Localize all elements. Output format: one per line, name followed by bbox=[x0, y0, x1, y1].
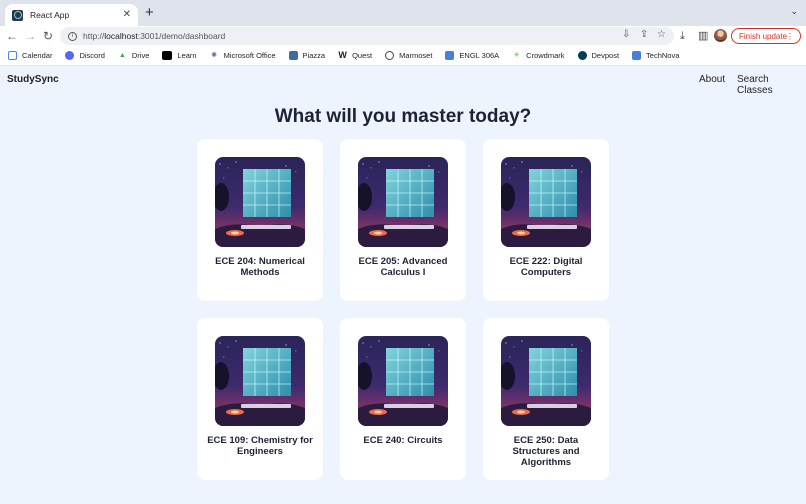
microsoft-office-icon: ✺ bbox=[211, 52, 218, 59]
bookmark-crowdmark[interactable]: ✳ Crowdmark bbox=[512, 51, 565, 60]
document-icon bbox=[445, 51, 455, 60]
calendar-icon bbox=[8, 51, 17, 60]
course-thumbnail bbox=[501, 336, 591, 426]
finish-update-label: Finish update bbox=[739, 31, 788, 41]
tab-title: React App bbox=[30, 10, 70, 20]
course-card[interactable]: ECE 250: Data Structures and Algorithms bbox=[483, 318, 609, 480]
bookmark-label: Marmoset bbox=[399, 51, 433, 60]
course-thumbnail bbox=[215, 157, 305, 247]
course-title: ECE 109: Chemistry for Engineers bbox=[207, 435, 313, 457]
bookmark-label: Microsoft Office bbox=[223, 51, 276, 60]
course-card[interactable]: ECE 204: Numerical Methods bbox=[197, 139, 323, 301]
install-app-icon[interactable]: ⇩ bbox=[622, 29, 630, 40]
share-icon[interactable]: ⇪ bbox=[640, 29, 648, 40]
bookmark-piazza[interactable]: Piazza bbox=[288, 51, 326, 60]
bookmark-discord[interactable]: Discord bbox=[65, 51, 105, 60]
bookmarks-bar: Calendar Discord ▲ Drive Learn ✺ Microsoft… bbox=[0, 46, 806, 66]
bookmark-label: ENGL 306A bbox=[459, 51, 500, 60]
course-title: ECE 204: Numerical Methods bbox=[215, 256, 305, 278]
url-text: http://localhost:3001/demo/dashboard bbox=[83, 31, 226, 41]
course-thumbnail bbox=[358, 157, 448, 247]
bookmark-engl-306a[interactable]: ENGL 306A bbox=[445, 51, 499, 60]
course-card[interactable]: ECE 240: Circuits bbox=[340, 318, 466, 480]
more-options-icon[interactable]: ⋮ bbox=[786, 32, 794, 41]
course-card[interactable]: ECE 205: Advanced Calculus I bbox=[340, 139, 466, 301]
bookmark-drive[interactable]: ▲ Drive bbox=[118, 51, 150, 60]
course-title: ECE 240: Circuits bbox=[363, 435, 443, 446]
app-brand[interactable]: StudySync bbox=[7, 74, 59, 85]
chevron-down-icon[interactable]: ⌄ bbox=[790, 6, 798, 17]
bookmark-label: Drive bbox=[131, 51, 150, 60]
bookmark-devpost[interactable]: Devpost bbox=[577, 51, 620, 60]
download-icon[interactable]: ⤓ bbox=[680, 29, 685, 43]
course-thumbnail bbox=[215, 336, 305, 426]
star-icon[interactable]: ☆ bbox=[657, 29, 666, 40]
bookmark-label: Piazza bbox=[302, 51, 326, 60]
bookmark-label: TechNova bbox=[646, 51, 680, 60]
close-icon[interactable]: ✕ bbox=[123, 10, 131, 20]
bookmark-label: Crowdmark bbox=[526, 51, 565, 60]
bookmark-label: Devpost bbox=[591, 51, 620, 60]
info-icon[interactable]: i bbox=[68, 31, 77, 41]
bookmark-calendar[interactable]: Calendar bbox=[8, 51, 52, 60]
bookmark-technova[interactable]: TechNova bbox=[632, 51, 679, 60]
bookmark-label: Learn bbox=[177, 51, 197, 60]
react-favicon-icon bbox=[12, 9, 23, 21]
new-tab-icon[interactable]: + bbox=[145, 5, 154, 21]
course-card[interactable]: ECE 222: Digital Computers bbox=[483, 139, 609, 301]
page-title: What will you master today? bbox=[274, 106, 532, 127]
nav-about-link[interactable]: About bbox=[699, 74, 725, 85]
course-title: ECE 222: Digital Computers bbox=[509, 256, 583, 278]
course-title: ECE 250: Data Structures and Algorithms bbox=[512, 435, 580, 468]
finish-update-button[interactable]: Finish update ⋮ bbox=[731, 28, 801, 44]
browser-tab[interactable]: React App ✕ bbox=[5, 4, 138, 26]
bookmark-label: Quest bbox=[352, 51, 373, 60]
bookmark-learn[interactable]: Learn bbox=[162, 51, 197, 60]
back-arrow-icon[interactable]: ← bbox=[5, 28, 19, 44]
reload-icon[interactable]: ↻ bbox=[41, 28, 55, 44]
crowdmark-icon: ✳ bbox=[513, 52, 520, 59]
google-drive-icon: ▲ bbox=[118, 52, 126, 59]
learn-icon bbox=[162, 51, 173, 60]
bookmark-quest[interactable]: W Quest bbox=[338, 50, 373, 61]
course-title: ECE 205: Advanced Calculus I bbox=[358, 256, 448, 278]
course-thumbnail bbox=[501, 157, 591, 247]
browser-toolbar: ← → ↻ i http://localhost:3001/demo/dashb… bbox=[0, 26, 806, 46]
side-panel-icon[interactable]: ▥ bbox=[698, 29, 708, 43]
marmoset-icon bbox=[385, 51, 395, 60]
piazza-icon bbox=[288, 51, 298, 60]
forward-arrow-icon[interactable]: → bbox=[23, 28, 37, 44]
address-bar[interactable]: i http://localhost:3001/demo/dashboard ⇩… bbox=[60, 27, 674, 45]
profile-avatar[interactable] bbox=[714, 29, 727, 42]
bookmark-label: Calendar bbox=[22, 51, 53, 60]
discord-icon bbox=[65, 51, 75, 60]
course-thumbnail bbox=[358, 336, 448, 426]
devpost-icon bbox=[577, 51, 587, 60]
document-icon bbox=[632, 51, 642, 60]
tab-strip: React App ✕ + ⌄ bbox=[0, 0, 806, 26]
course-card[interactable]: ECE 109: Chemistry for Engineers bbox=[197, 318, 323, 480]
quest-icon: W bbox=[338, 50, 347, 60]
nav-search-classes-link[interactable]: Search Classes bbox=[737, 74, 806, 96]
bookmark-microsoft-office[interactable]: ✺ Microsoft Office bbox=[210, 51, 276, 60]
bookmark-label: Discord bbox=[79, 51, 105, 60]
bookmark-marmoset[interactable]: Marmoset bbox=[385, 51, 432, 60]
